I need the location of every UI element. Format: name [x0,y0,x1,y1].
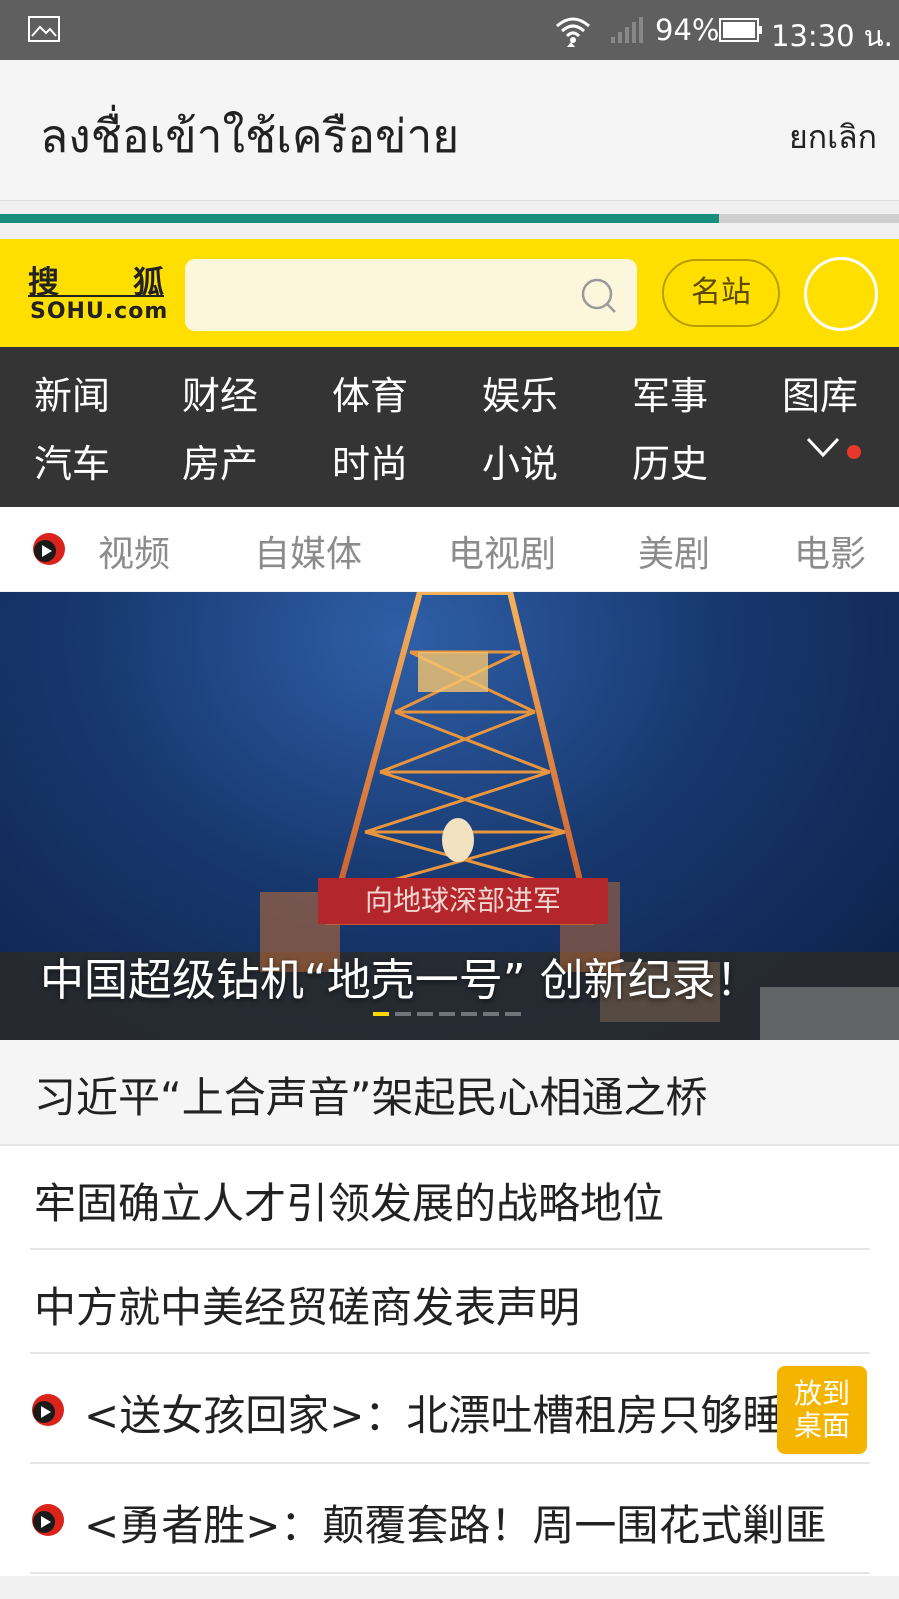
desk-button-line1: 放到 [793,1377,850,1410]
channel-realestate[interactable]: 房产 [182,433,258,488]
carousel-dot[interactable] [373,1012,389,1016]
list-item[interactable]: 中方就中美经贸磋商发表声明 [30,1248,870,1354]
desk-button-line2: 桌面 [793,1409,850,1442]
news-headline: 牢固确立人才引领发展的战略地位 [34,1179,665,1228]
notification-dot [847,445,861,459]
list-item[interactable]: <勇者胜>：颠覆套路！周一围花式剿匪 [30,1462,870,1574]
logo-domain: SOHU.com [30,299,169,324]
signal-icon [611,17,643,43]
carousel-dot[interactable] [417,1012,433,1016]
carousel-dot[interactable] [483,1012,499,1016]
carousel-dot[interactable] [439,1012,455,1016]
chevron-down-icon[interactable] [806,435,840,459]
video-tabs: 视频 自媒体 电视剧 美剧 电影 [0,507,899,591]
channel-auto[interactable]: 汽车 [34,433,110,488]
channel-history[interactable]: 历史 [632,433,708,488]
channel-news[interactable]: 新闻 [34,365,110,420]
search-input[interactable] [185,259,583,333]
news-headline: 中方就中美经贸磋商发表声明 [34,1283,581,1332]
list-item[interactable]: 牢固确立人才引领发展的战略地位 [30,1144,870,1250]
sohu-logo[interactable]: 搜 狐 SOHU.com [28,257,167,329]
carousel-dot[interactable] [395,1012,411,1016]
tab-we-media[interactable]: 自媒体 [254,525,362,577]
clock: 13:30 น. [771,19,893,53]
banner-text: 向地球深部进军 [365,884,561,917]
list-item[interactable]: <送女孩回家>：北漂吐槽租房只够睡 [30,1352,870,1464]
hero-caption: 中国超级钻机“地壳一号” 创新纪录！ [40,955,760,1006]
progress-fill [0,214,720,223]
tab-movie[interactable]: 电影 [794,525,866,577]
list-item[interactable]: 习近平“上合声音”架起民心相通之桥 [0,1040,899,1146]
add-to-desktop-button[interactable]: 放到 桌面 [777,1366,867,1454]
channel-fashion[interactable]: 时尚 [332,433,408,488]
wifi-icon [556,17,590,47]
play-icon [33,533,65,565]
channel-gallery[interactable]: 图库 [782,365,858,420]
tab-tv-series[interactable]: 电视剧 [448,525,556,577]
tab-us-drama[interactable]: 美剧 [638,525,710,577]
status-bar: 94% 13:30 น. [0,0,899,60]
search-box[interactable] [185,259,637,333]
news-headline: 习近平“上合声音”架起民心相通之桥 [34,1073,708,1122]
news-headline: <送女孩回家>：北漂吐槽租房只够睡 [84,1391,785,1440]
channel-novel[interactable]: 小说 [482,433,558,488]
carousel-indicators [373,1012,521,1016]
channel-finance[interactable]: 财经 [182,365,258,420]
login-header: ลงชื่อเข้าใช้เครือข่าย ยกเลิก [0,60,899,201]
cancel-button[interactable]: ยกเลิก [789,112,877,163]
famous-sites-button[interactable]: 名站 [662,259,780,327]
page-load-progress [0,214,899,223]
channel-sports[interactable]: 体育 [332,365,408,420]
news-headline: <勇者胜>：颠覆套路！周一围花式剿匪 [84,1501,827,1550]
battery-percent: 94% [655,13,720,47]
tab-video[interactable]: 视频 [98,525,170,577]
carousel-dot[interactable] [461,1012,477,1016]
user-avatar[interactable] [804,257,878,331]
logo-underline [28,295,164,297]
gallery-icon [28,16,60,42]
channel-nav: 新闻 财经 体育 娱乐 军事 图库 汽车 房产 时尚 小说 历史 [0,347,899,507]
page-title: ลงชื่อเข้าใช้เครือข่าย [40,109,460,163]
news-list: 习近平“上合声音”架起民心相通之桥 牢固确立人才引领发展的战略地位 中方就中美经… [0,1040,899,1576]
search-icon[interactable] [580,277,618,315]
bottom-strip [0,1576,899,1599]
play-icon [32,1504,64,1536]
channel-entertainment[interactable]: 娱乐 [482,365,558,420]
hero-carousel[interactable]: 向地球深部进军 中国超级钻机“地壳一号” 创新纪录！ [0,592,899,1040]
play-icon [32,1394,64,1426]
channel-military[interactable]: 军事 [632,365,708,420]
sohu-header: 搜 狐 SOHU.com 名站 [0,239,899,347]
battery-icon [719,18,762,42]
carousel-dot[interactable] [505,1012,521,1016]
